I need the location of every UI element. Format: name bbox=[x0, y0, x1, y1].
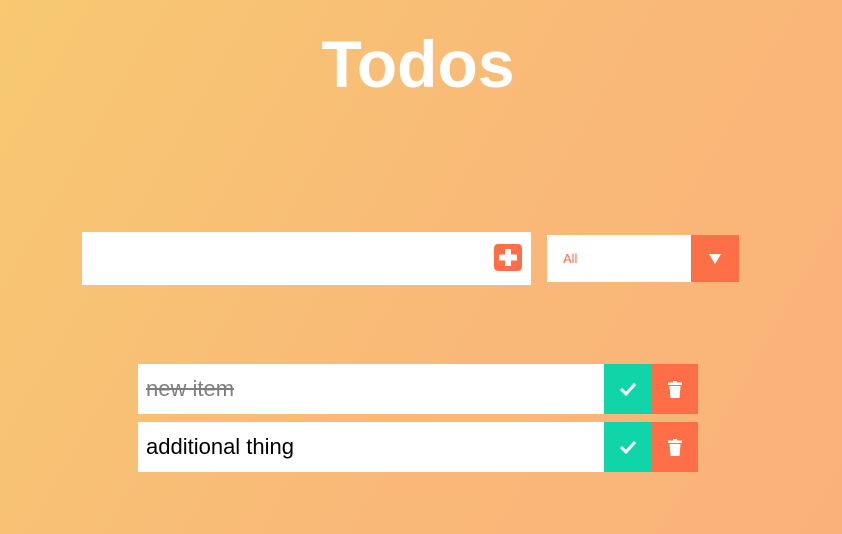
filter-dropdown-button[interactable] bbox=[691, 235, 739, 282]
plus-icon bbox=[499, 249, 517, 266]
delete-button[interactable] bbox=[652, 364, 698, 414]
todo-item-text: additional thing bbox=[146, 434, 295, 459]
add-todo-button[interactable] bbox=[494, 244, 522, 271]
todo-form bbox=[82, 232, 531, 285]
filter-select[interactable]: All bbox=[547, 235, 739, 282]
check-icon bbox=[619, 382, 637, 396]
complete-button[interactable] bbox=[604, 422, 652, 472]
complete-button[interactable] bbox=[604, 364, 652, 414]
filter-selected-value: All bbox=[563, 251, 578, 266]
page-title: Todos bbox=[321, 27, 515, 101]
caret-down-icon bbox=[709, 253, 721, 264]
delete-button[interactable] bbox=[652, 422, 698, 472]
check-icon bbox=[619, 440, 637, 454]
todo-input[interactable] bbox=[82, 232, 482, 285]
todo-item: additional thing bbox=[138, 422, 698, 472]
todo-item-text: new item bbox=[146, 376, 235, 401]
trash-icon bbox=[668, 380, 682, 398]
trash-icon bbox=[668, 438, 682, 456]
todo-item: new item bbox=[138, 364, 698, 414]
